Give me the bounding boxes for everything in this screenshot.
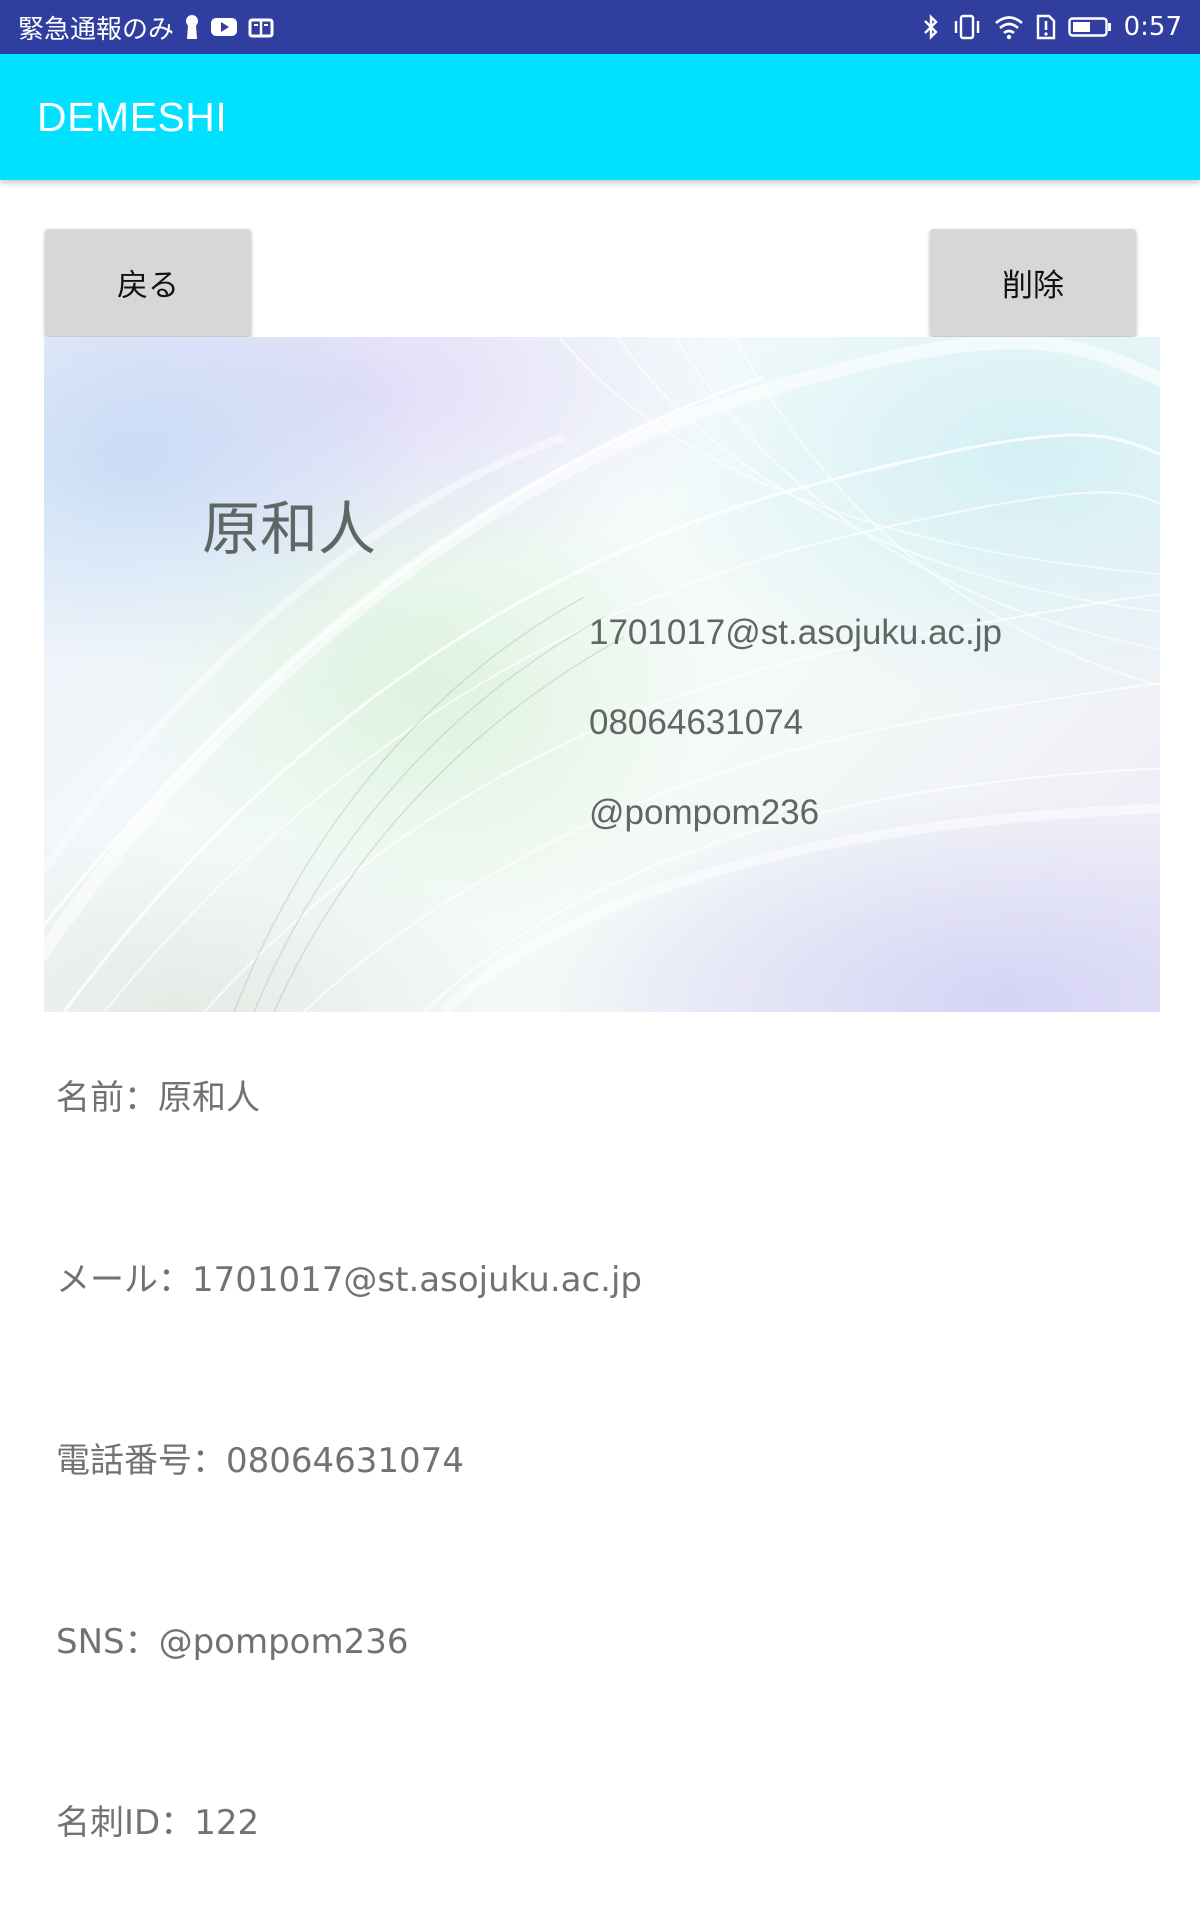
- detail-phone: 電話番号：08064631074: [56, 1441, 464, 1481]
- vibrate-icon: [952, 14, 982, 40]
- detail-name: 名前：原和人: [56, 1078, 260, 1118]
- status-bar-left: 緊急通報のみ: [18, 0, 274, 54]
- status-bar: 緊急通報のみ 0:57: [0, 0, 1200, 54]
- carrier-text: 緊急通報のみ: [18, 14, 175, 45]
- card-email: 1701017@st.asojuku.ac.jp: [589, 613, 1003, 652]
- detail-sns: SNS：@pompom236: [56, 1622, 409, 1662]
- back-button[interactable]: 戻る: [45, 229, 251, 336]
- app-title: DEMESHI: [37, 94, 228, 140]
- card-background-pattern: [44, 337, 1160, 1012]
- card-sns: @pompom236: [589, 793, 820, 832]
- bluetooth-icon: [922, 14, 940, 40]
- detail-card-id: 名刺ID：122: [56, 1803, 260, 1843]
- wifi-icon: [994, 14, 1024, 40]
- delete-button[interactable]: 削除: [930, 229, 1136, 336]
- card-phone: 08064631074: [589, 703, 804, 742]
- keyhole-icon: [184, 14, 200, 40]
- youtube-icon: [210, 16, 238, 38]
- battery-icon: [1067, 15, 1112, 39]
- book-icon: [248, 16, 274, 38]
- status-time: 0:57: [1123, 12, 1182, 42]
- business-card: 原和人 1701017@st.asojuku.ac.jp 08064631074…: [44, 337, 1160, 1012]
- detail-email: メール：1701017@st.asojuku.ac.jp: [56, 1260, 642, 1300]
- app-bar: DEMESHI: [0, 54, 1200, 180]
- card-name: 原和人: [202, 495, 377, 563]
- sim-alert-icon: [1036, 14, 1056, 40]
- status-bar-right: 0:57: [922, 0, 1182, 54]
